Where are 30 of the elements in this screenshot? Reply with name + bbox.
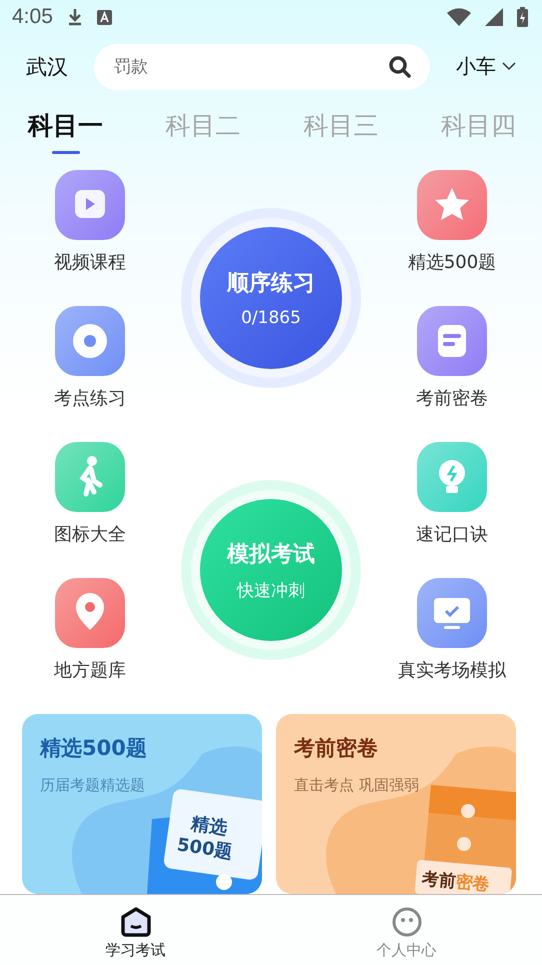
subject-tab[interactable]: 科目一 xyxy=(28,109,103,154)
wifi-icon xyxy=(447,8,471,26)
home-icon xyxy=(120,907,152,938)
city-label[interactable]: 武汉 xyxy=(26,52,68,81)
feature-button[interactable]: 视频课程 xyxy=(0,162,180,274)
card-subtitle: 直击考点 巩固强弱 xyxy=(294,776,420,796)
sequential-practice-button[interactable]: 顺序练习 0/1865 xyxy=(200,227,342,370)
feature-button[interactable]: 考前密卷 xyxy=(362,298,542,410)
chevron-down-icon xyxy=(502,62,516,72)
promo-card[interactable]: 精选 500题 精选500题 历届考题精选题 xyxy=(22,714,262,894)
feature-button[interactable]: 速记口诀 xyxy=(362,434,542,546)
card-title: 考前密卷 xyxy=(294,735,379,762)
nav-tab[interactable]: 学习考试 xyxy=(100,895,172,965)
card-subtitle: 历届考题精选题 xyxy=(40,776,146,796)
card-title: 精选500题 xyxy=(40,735,148,762)
search-icon[interactable] xyxy=(388,54,412,79)
signal-icon xyxy=(485,8,503,26)
download-icon xyxy=(66,8,83,26)
search-field[interactable]: 罚款 xyxy=(94,44,430,90)
status-time: 4:05 xyxy=(12,5,53,30)
vehicle-dropdown[interactable]: 小车 xyxy=(456,53,516,80)
feature-button[interactable]: 地方题库 xyxy=(0,570,180,682)
feature-button[interactable]: 考点练习 xyxy=(0,298,180,410)
feature-button[interactable]: 精选500题 xyxy=(362,162,542,274)
battery-icon xyxy=(517,7,528,28)
nav-tab[interactable]: 个人中心 xyxy=(370,895,442,965)
face-icon xyxy=(392,907,422,938)
feature-button[interactable]: 真实考场模拟 xyxy=(362,570,542,682)
feature-button[interactable]: 图标大全 xyxy=(0,434,180,546)
promo-card[interactable]: 考前 密卷 考前密卷 直击考点 巩固强弱 xyxy=(276,714,516,894)
